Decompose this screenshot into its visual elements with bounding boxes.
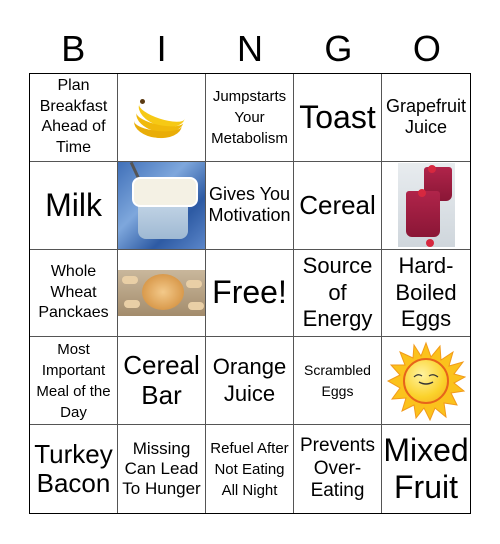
cell-text: Turkey Bacon: [34, 438, 113, 499]
peanut-butter-image: [118, 269, 205, 316]
header-letter-n: N: [237, 28, 264, 69]
cell-text: Plan Breakfast Ahead of Time: [39, 76, 108, 157]
bingo-cell[interactable]: Cereal: [294, 161, 382, 250]
cell-text: Missing Can Lead To Hunger: [122, 439, 201, 499]
smiling-sun-image: [386, 341, 466, 421]
cell-text: Scrambled Eggs: [304, 361, 371, 399]
bingo-cell[interactable]: Scrambled Eggs: [294, 337, 382, 426]
cell-text: Jumpstarts Your Metabolism: [211, 87, 288, 147]
header-letter-b: B: [61, 28, 86, 69]
cell-text: Refuel After Not Eating All Night: [210, 439, 289, 499]
bingo-cell[interactable]: Prevents Over-Eating: [294, 425, 382, 513]
bingo-cell[interactable]: Free!: [206, 249, 294, 338]
cell-text: Milk: [45, 186, 102, 223]
berry-smoothie-image: [397, 163, 455, 248]
bingo-cell[interactable]: Toast: [294, 74, 382, 162]
cell-text: Most Important Meal of the Day: [36, 340, 111, 421]
cell-text: Toast: [299, 98, 376, 135]
bingo-cell[interactable]: Cereal Bar: [118, 337, 206, 426]
bingo-header: B I N G O: [29, 26, 471, 72]
bingo-cell[interactable]: Source of Energy: [294, 249, 382, 338]
bingo-grid: Plan Breakfast Ahead of Time Jumpstarts …: [29, 73, 471, 514]
bingo-cell[interactable]: Whole Wheat Panckaes: [30, 249, 118, 338]
bingo-cell[interactable]: Milk: [30, 161, 118, 250]
bingo-cell[interactable]: [382, 337, 470, 426]
bingo-cell[interactable]: Most Important Meal of the Day: [30, 337, 118, 426]
bingo-cell[interactable]: Plan Breakfast Ahead of Time: [30, 74, 118, 162]
bingo-cell[interactable]: Jumpstarts Your Metabolism: [206, 74, 294, 162]
cell-text: Source of Energy: [302, 253, 373, 332]
cell-text: Orange Juice: [212, 354, 287, 406]
bingo-cell[interactable]: Orange Juice: [206, 337, 294, 426]
header-letter-i: I: [156, 28, 167, 69]
bingo-cell[interactable]: [118, 249, 206, 338]
cell-text: Hard-Boiled Eggs: [395, 253, 457, 332]
bingo-cell[interactable]: [118, 161, 206, 250]
cell-text: Gives You Motivation: [208, 183, 291, 226]
bingo-cell[interactable]: Grapefruit Juice: [382, 74, 470, 162]
free-space: Free!: [212, 274, 287, 311]
cell-text: Grapefruit Juice: [385, 96, 467, 138]
bingo-cell[interactable]: [382, 162, 470, 250]
header-letter-g: G: [324, 28, 353, 69]
bananas-image: [119, 74, 204, 161]
header-letter-o: O: [412, 28, 441, 69]
cell-text: Prevents Over-Eating: [300, 435, 375, 502]
sun-face-icon: [413, 373, 439, 385]
bingo-cell[interactable]: Mixed Fruit: [382, 425, 470, 513]
cell-text: Cereal: [299, 189, 376, 220]
bingo-cell[interactable]: Missing Can Lead To Hunger: [118, 425, 206, 513]
bingo-cell[interactable]: [118, 74, 206, 162]
bingo-cell[interactable]: Hard-Boiled Eggs: [382, 250, 470, 338]
cell-text: Whole Wheat Panckaes: [38, 262, 109, 322]
cell-text: Cereal Bar: [123, 350, 200, 410]
bingo-cell[interactable]: Gives You Motivation: [206, 161, 294, 250]
yogurt-cup-image: [118, 161, 205, 249]
bingo-cell[interactable]: Turkey Bacon: [30, 425, 118, 513]
bingo-cell[interactable]: Refuel After Not Eating All Night: [206, 425, 294, 513]
cell-text: Mixed Fruit: [383, 432, 469, 506]
